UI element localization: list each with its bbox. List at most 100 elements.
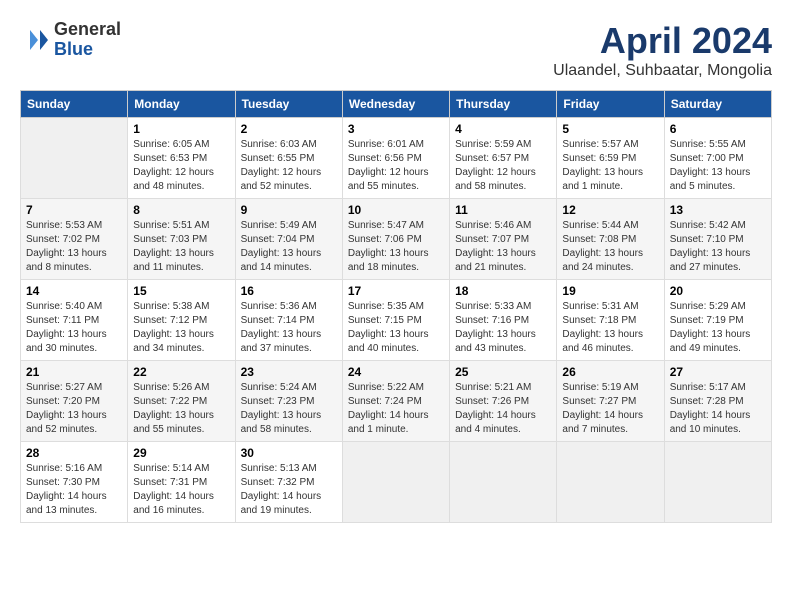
day-number: 23 (241, 365, 337, 379)
page-header: General Blue April 2024 Ulaandel, Suhbaa… (20, 20, 772, 80)
calendar-cell: 16 Sunrise: 5:36 AMSunset: 7:14 PMDayligh… (235, 280, 342, 361)
day-info: Sunrise: 6:01 AMSunset: 6:56 PMDaylight:… (348, 138, 444, 194)
logo-icon (20, 25, 50, 55)
calendar-cell: 30 Sunrise: 5:13 AMSunset: 7:32 PMDayligh… (235, 442, 342, 523)
calendar-cell (21, 118, 128, 199)
calendar-cell: 19 Sunrise: 5:31 AMSunset: 7:18 PMDayligh… (557, 280, 664, 361)
day-info: Sunrise: 5:53 AMSunset: 7:02 PMDaylight:… (26, 219, 122, 275)
calendar-cell: 1Sunrise: 6:05 AMSunset: 6:53 PMDaylight… (128, 118, 235, 199)
day-number: 14 (26, 284, 122, 298)
day-number: 16 (241, 284, 337, 298)
day-number: 3 (348, 122, 444, 136)
day-info: Sunrise: 5:22 AMSunset: 7:24 PMDaylight:… (348, 381, 444, 437)
header-row: SundayMondayTuesdayWednesdayThursdayFrid… (21, 91, 772, 118)
day-number: 29 (133, 446, 229, 460)
day-number: 12 (562, 203, 658, 217)
day-info: Sunrise: 5:49 AMSunset: 7:04 PMDaylight:… (241, 219, 337, 275)
day-info: Sunrise: 5:35 AMSunset: 7:15 PMDaylight:… (348, 300, 444, 356)
day-number: 7 (26, 203, 122, 217)
week-row-4: 28Sunrise: 5:16 AMSunset: 7:30 PMDayligh… (21, 442, 772, 523)
day-number: 17 (348, 284, 444, 298)
week-row-2: 14Sunrise: 5:40 AMSunset: 7:11 PMDayligh… (21, 280, 772, 361)
day-number: 1 (133, 122, 229, 136)
day-info: Sunrise: 5:17 AMSunset: 7:28 PMDaylight:… (670, 381, 766, 437)
calendar-cell: 2 Sunrise: 6:03 AMSunset: 6:55 PMDaylight… (235, 118, 342, 199)
day-info: Sunrise: 5:57 AMSunset: 6:59 PMDaylight:… (562, 138, 658, 194)
calendar-cell: 15Sunrise: 5:38 AMSunset: 7:12 PMDayligh… (128, 280, 235, 361)
calendar-cell: 27 Sunrise: 5:17 AMSunset: 7:28 PMDayligh… (664, 361, 771, 442)
calendar-cell (664, 442, 771, 523)
calendar-cell: 20 Sunrise: 5:29 AMSunset: 7:19 PMDayligh… (664, 280, 771, 361)
calendar-cell: 21 Sunrise: 5:27 AMSunset: 7:20 PMDayligh… (21, 361, 128, 442)
day-info: Sunrise: 5:42 AMSunset: 7:10 PMDaylight:… (670, 219, 766, 275)
day-number: 8 (133, 203, 229, 217)
day-number: 19 (562, 284, 658, 298)
day-number: 25 (455, 365, 551, 379)
day-info: Sunrise: 5:47 AMSunset: 7:06 PMDaylight:… (348, 219, 444, 275)
day-number: 22 (133, 365, 229, 379)
day-number: 13 (670, 203, 766, 217)
header-cell-monday: Monday (128, 91, 235, 118)
day-info: Sunrise: 5:21 AMSunset: 7:26 PMDaylight:… (455, 381, 551, 437)
location-title: Ulaandel, Suhbaatar, Mongolia (553, 62, 772, 80)
header-cell-sunday: Sunday (21, 91, 128, 118)
day-number: 24 (348, 365, 444, 379)
calendar-cell: 25 Sunrise: 5:21 AMSunset: 7:26 PMDayligh… (450, 361, 557, 442)
day-number: 26 (562, 365, 658, 379)
logo-text: General Blue (54, 20, 121, 60)
day-number: 11 (455, 203, 551, 217)
day-info: Sunrise: 5:14 AMSunset: 7:31 PMDaylight:… (133, 462, 229, 518)
calendar-cell: 8 Sunrise: 5:51 AMSunset: 7:03 PMDaylight… (128, 199, 235, 280)
day-info: Sunrise: 5:29 AMSunset: 7:19 PMDaylight:… (670, 300, 766, 356)
calendar-cell: 9Sunrise: 5:49 AMSunset: 7:04 PMDaylight… (235, 199, 342, 280)
day-number: 6 (670, 122, 766, 136)
day-info: Sunrise: 5:44 AMSunset: 7:08 PMDaylight:… (562, 219, 658, 275)
day-number: 2 (241, 122, 337, 136)
day-info: Sunrise: 5:27 AMSunset: 7:20 PMDaylight:… (26, 381, 122, 437)
logo-general: General (54, 20, 121, 40)
day-number: 5 (562, 122, 658, 136)
day-info: Sunrise: 5:16 AMSunset: 7:30 PMDaylight:… (26, 462, 122, 518)
calendar-cell: 18 Sunrise: 5:33 AMSunset: 7:16 PMDayligh… (450, 280, 557, 361)
calendar-cell: 11 Sunrise: 5:46 AMSunset: 7:07 PMDayligh… (450, 199, 557, 280)
header-cell-wednesday: Wednesday (342, 91, 449, 118)
day-info: Sunrise: 5:13 AMSunset: 7:32 PMDaylight:… (241, 462, 337, 518)
title-block: April 2024 Ulaandel, Suhbaatar, Mongolia (553, 20, 772, 80)
calendar-cell: 24 Sunrise: 5:22 AMSunset: 7:24 PMDayligh… (342, 361, 449, 442)
day-info: Sunrise: 5:33 AMSunset: 7:16 PMDaylight:… (455, 300, 551, 356)
calendar-cell: 5 Sunrise: 5:57 AMSunset: 6:59 PMDaylight… (557, 118, 664, 199)
day-number: 21 (26, 365, 122, 379)
day-number: 20 (670, 284, 766, 298)
calendar-cell: 22 Sunrise: 5:26 AMSunset: 7:22 PMDayligh… (128, 361, 235, 442)
calendar-cell: 23Sunrise: 5:24 AMSunset: 7:23 PMDayligh… (235, 361, 342, 442)
calendar-cell (450, 442, 557, 523)
day-info: Sunrise: 5:59 AMSunset: 6:57 PMDaylight:… (455, 138, 551, 194)
logo-blue: Blue (54, 40, 121, 60)
calendar-body: 1Sunrise: 6:05 AMSunset: 6:53 PMDaylight… (21, 118, 772, 523)
day-number: 18 (455, 284, 551, 298)
calendar-cell: 13 Sunrise: 5:42 AMSunset: 7:10 PMDayligh… (664, 199, 771, 280)
week-row-1: 7 Sunrise: 5:53 AMSunset: 7:02 PMDaylight… (21, 199, 772, 280)
day-info: Sunrise: 5:36 AMSunset: 7:14 PMDaylight:… (241, 300, 337, 356)
calendar-cell: 3 Sunrise: 6:01 AMSunset: 6:56 PMDaylight… (342, 118, 449, 199)
day-info: Sunrise: 5:51 AMSunset: 7:03 PMDaylight:… (133, 219, 229, 275)
day-info: Sunrise: 6:03 AMSunset: 6:55 PMDaylight:… (241, 138, 337, 194)
day-number: 27 (670, 365, 766, 379)
day-number: 30 (241, 446, 337, 460)
week-row-3: 21 Sunrise: 5:27 AMSunset: 7:20 PMDayligh… (21, 361, 772, 442)
day-info: Sunrise: 5:46 AMSunset: 7:07 PMDaylight:… (455, 219, 551, 275)
day-info: Sunrise: 5:19 AMSunset: 7:27 PMDaylight:… (562, 381, 658, 437)
calendar-cell: 29 Sunrise: 5:14 AMSunset: 7:31 PMDayligh… (128, 442, 235, 523)
calendar-cell: 26 Sunrise: 5:19 AMSunset: 7:27 PMDayligh… (557, 361, 664, 442)
day-number: 15 (133, 284, 229, 298)
calendar-cell: 6Sunrise: 5:55 AMSunset: 7:00 PMDaylight… (664, 118, 771, 199)
calendar-cell (342, 442, 449, 523)
month-title: April 2024 (553, 20, 772, 62)
day-info: Sunrise: 5:26 AMSunset: 7:22 PMDaylight:… (133, 381, 229, 437)
calendar-table: SundayMondayTuesdayWednesdayThursdayFrid… (20, 90, 772, 523)
calendar-cell: 10Sunrise: 5:47 AMSunset: 7:06 PMDayligh… (342, 199, 449, 280)
calendar-cell: 14Sunrise: 5:40 AMSunset: 7:11 PMDayligh… (21, 280, 128, 361)
calendar-cell: 17 Sunrise: 5:35 AMSunset: 7:15 PMDayligh… (342, 280, 449, 361)
day-info: Sunrise: 5:31 AMSunset: 7:18 PMDaylight:… (562, 300, 658, 356)
header-cell-saturday: Saturday (664, 91, 771, 118)
